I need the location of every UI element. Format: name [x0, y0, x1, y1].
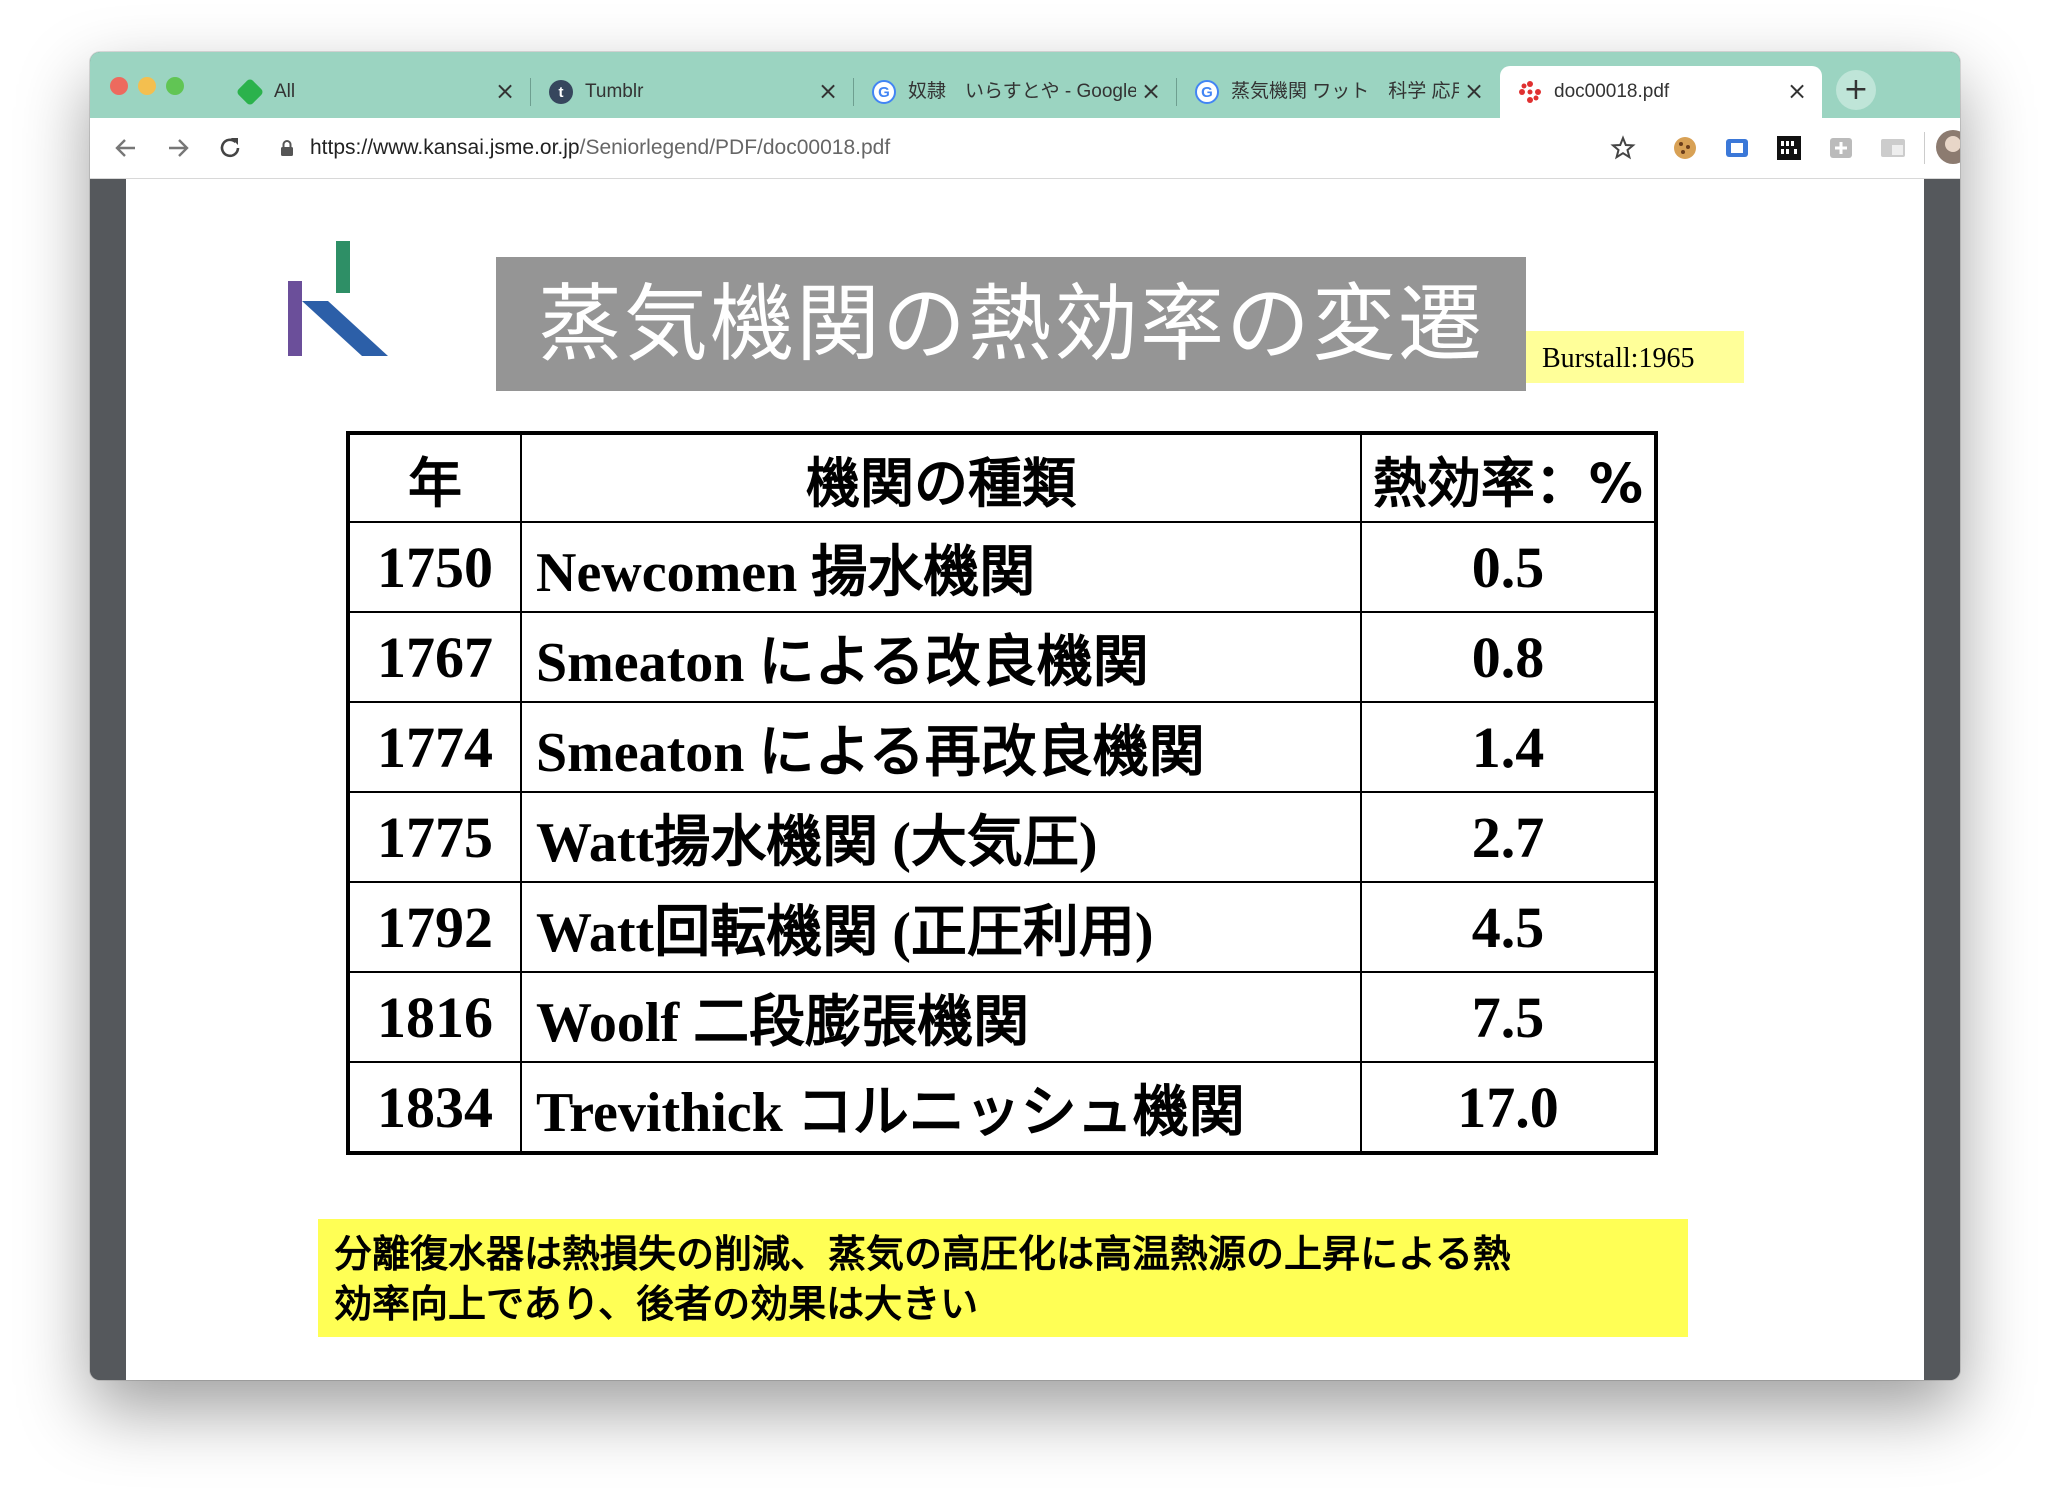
- table-row: 1816 Woolf 二段膨張機関 7.5: [347, 971, 1657, 1063]
- cell-engine: Watt回転機関 (正圧利用): [520, 881, 1362, 973]
- browser-window: All × t Tumblr × G 奴隷 いらすとや - Google × G…: [90, 52, 1960, 1380]
- summary-note: 分離復水器は熱損失の削減、蒸気の高圧化は高温熱源の上昇による熱 効率向上であり、…: [318, 1219, 1688, 1337]
- tab-title: doc00018.pdf: [1554, 81, 1670, 102]
- cell-efficiency: 4.5: [1360, 881, 1657, 973]
- table-row: 1792 Watt回転機関 (正圧利用) 4.5: [347, 881, 1657, 973]
- cell-year: 1750: [347, 521, 522, 613]
- cell-engine: Smeaton による改良機関: [520, 611, 1362, 703]
- tab-title: 奴隷 いらすとや - Google: [908, 81, 1136, 102]
- pdf-viewer: 蒸気機関の熱効率の変遷 Burstall:1965 年 機関の種類 熱効率：% …: [90, 179, 1960, 1380]
- tab-title: Tumblr: [585, 81, 644, 102]
- table-row: 1775 Watt揚水機関 (大気圧) 2.7: [347, 791, 1657, 883]
- pdf-icon: [1518, 80, 1542, 104]
- new-tab-button[interactable]: +: [1836, 70, 1876, 110]
- cell-efficiency: 7.5: [1360, 971, 1657, 1063]
- tab-google-search-2[interactable]: G 蒸気機関 ワット 科学 応用 ×: [1177, 66, 1499, 118]
- google-icon: G: [1195, 80, 1219, 104]
- cell-year: 1767: [347, 611, 522, 703]
- cell-efficiency: 2.7: [1360, 791, 1657, 883]
- note-line-2: 効率向上であり、後者の効果は大きい: [334, 1282, 979, 1326]
- cell-year: 1792: [347, 881, 522, 973]
- table-row: 1834 Trevithick コルニッシュ機関 17.0: [347, 1061, 1657, 1154]
- profile-avatar[interactable]: [1936, 130, 1960, 164]
- citation: Burstall:1965: [1526, 331, 1744, 383]
- close-window-button[interactable]: [110, 77, 128, 95]
- tab-close-icon[interactable]: ×: [1784, 78, 1810, 104]
- pdf-page: 蒸気機関の熱効率の変遷 Burstall:1965 年 機関の種類 熱効率：% …: [126, 179, 1924, 1380]
- feedly-icon: [235, 77, 265, 107]
- zoom-window-button[interactable]: [166, 77, 184, 95]
- binary-extension-icon[interactable]: [1774, 133, 1804, 163]
- header-year: 年: [347, 432, 522, 523]
- screen-extension-icon[interactable]: [1878, 133, 1908, 163]
- url-text: https://www.kansai.jsme.or.jp/Seniorlege…: [310, 134, 890, 162]
- tab-close-icon[interactable]: ×: [815, 78, 841, 104]
- tab-all[interactable]: All ×: [220, 66, 530, 118]
- cell-efficiency: 1.4: [1360, 701, 1657, 793]
- tumblr-icon: t: [549, 80, 573, 104]
- cell-year: 1834: [347, 1061, 522, 1154]
- cell-year: 1775: [347, 791, 522, 883]
- efficiency-table: 年 機関の種類 熱効率：% 1750 Newcomen 揚水機関 0.5 176…: [346, 431, 1658, 1155]
- tab-title: 蒸気機関 ワット 科学 応用: [1231, 81, 1459, 102]
- tab-google-search-1[interactable]: G 奴隷 いらすとや - Google ×: [854, 66, 1176, 118]
- tab-strip: All × t Tumblr × G 奴隷 いらすとや - Google × G…: [90, 52, 1960, 118]
- tab-title: All: [274, 81, 296, 102]
- cell-engine: Woolf 二段膨張機関: [520, 971, 1362, 1063]
- tab-close-icon[interactable]: ×: [492, 78, 518, 104]
- slide-title: 蒸気機関の熱効率の変遷: [496, 257, 1526, 391]
- jsme-logo: [288, 241, 388, 356]
- cookie-extension-icon[interactable]: [1670, 133, 1700, 163]
- minimize-window-button[interactable]: [138, 77, 156, 95]
- table-row: 1750 Newcomen 揚水機関 0.5: [347, 521, 1657, 613]
- table-header-row: 年 機関の種類 熱効率：%: [347, 432, 1657, 523]
- back-button[interactable]: [110, 132, 142, 164]
- cell-efficiency: 0.8: [1360, 611, 1657, 703]
- reload-button[interactable]: [214, 132, 246, 164]
- url-host: https://www.kansai.jsme.or.jp: [310, 136, 580, 159]
- cell-engine: Smeaton による再改良機関: [520, 701, 1362, 793]
- cell-efficiency: 17.0: [1360, 1061, 1657, 1154]
- cell-engine: Trevithick コルニッシュ機関: [520, 1061, 1362, 1154]
- toolbar: https://www.kansai.jsme.or.jp/Seniorlege…: [90, 118, 1960, 179]
- tab-pdf[interactable]: doc00018.pdf ×: [1500, 66, 1822, 118]
- table-row: 1767 Smeaton による改良機関 0.8: [347, 611, 1657, 703]
- bookmark-star-icon[interactable]: [1608, 133, 1638, 163]
- forward-button[interactable]: [162, 132, 194, 164]
- table-row: 1774 Smeaton による再改良機関 1.4: [347, 701, 1657, 793]
- back-arrow-icon: [115, 139, 135, 157]
- header-efficiency: 熱効率：%: [1360, 432, 1657, 523]
- cell-efficiency: 0.5: [1360, 521, 1657, 613]
- cell-year: 1774: [347, 701, 522, 793]
- cell-engine: Watt揚水機関 (大気圧): [520, 791, 1362, 883]
- address-bar[interactable]: https://www.kansai.jsme.or.jp/Seniorlege…: [280, 128, 1580, 168]
- header-engine-type: 機関の種類: [520, 432, 1362, 523]
- cell-engine: Newcomen 揚水機関: [520, 521, 1362, 613]
- note-line-1: 分離復水器は熱損失の削減、蒸気の高圧化は高温熱源の上昇による熱: [334, 1232, 1511, 1276]
- tab-close-icon[interactable]: ×: [1138, 78, 1164, 104]
- add-extension-icon[interactable]: [1826, 133, 1856, 163]
- url-path: /Seniorlegend/PDF/doc00018.pdf: [579, 136, 891, 159]
- reload-icon: [220, 138, 240, 158]
- lock-icon: [281, 140, 293, 156]
- reader-extension-icon[interactable]: [1722, 133, 1752, 163]
- google-icon: G: [872, 80, 896, 104]
- tab-tumblr[interactable]: t Tumblr ×: [531, 66, 853, 118]
- forward-arrow-icon: [169, 139, 189, 157]
- toolbar-divider: [1924, 132, 1925, 164]
- avatar-face: [1945, 136, 1960, 152]
- cell-year: 1816: [347, 971, 522, 1063]
- tab-close-icon[interactable]: ×: [1461, 78, 1487, 104]
